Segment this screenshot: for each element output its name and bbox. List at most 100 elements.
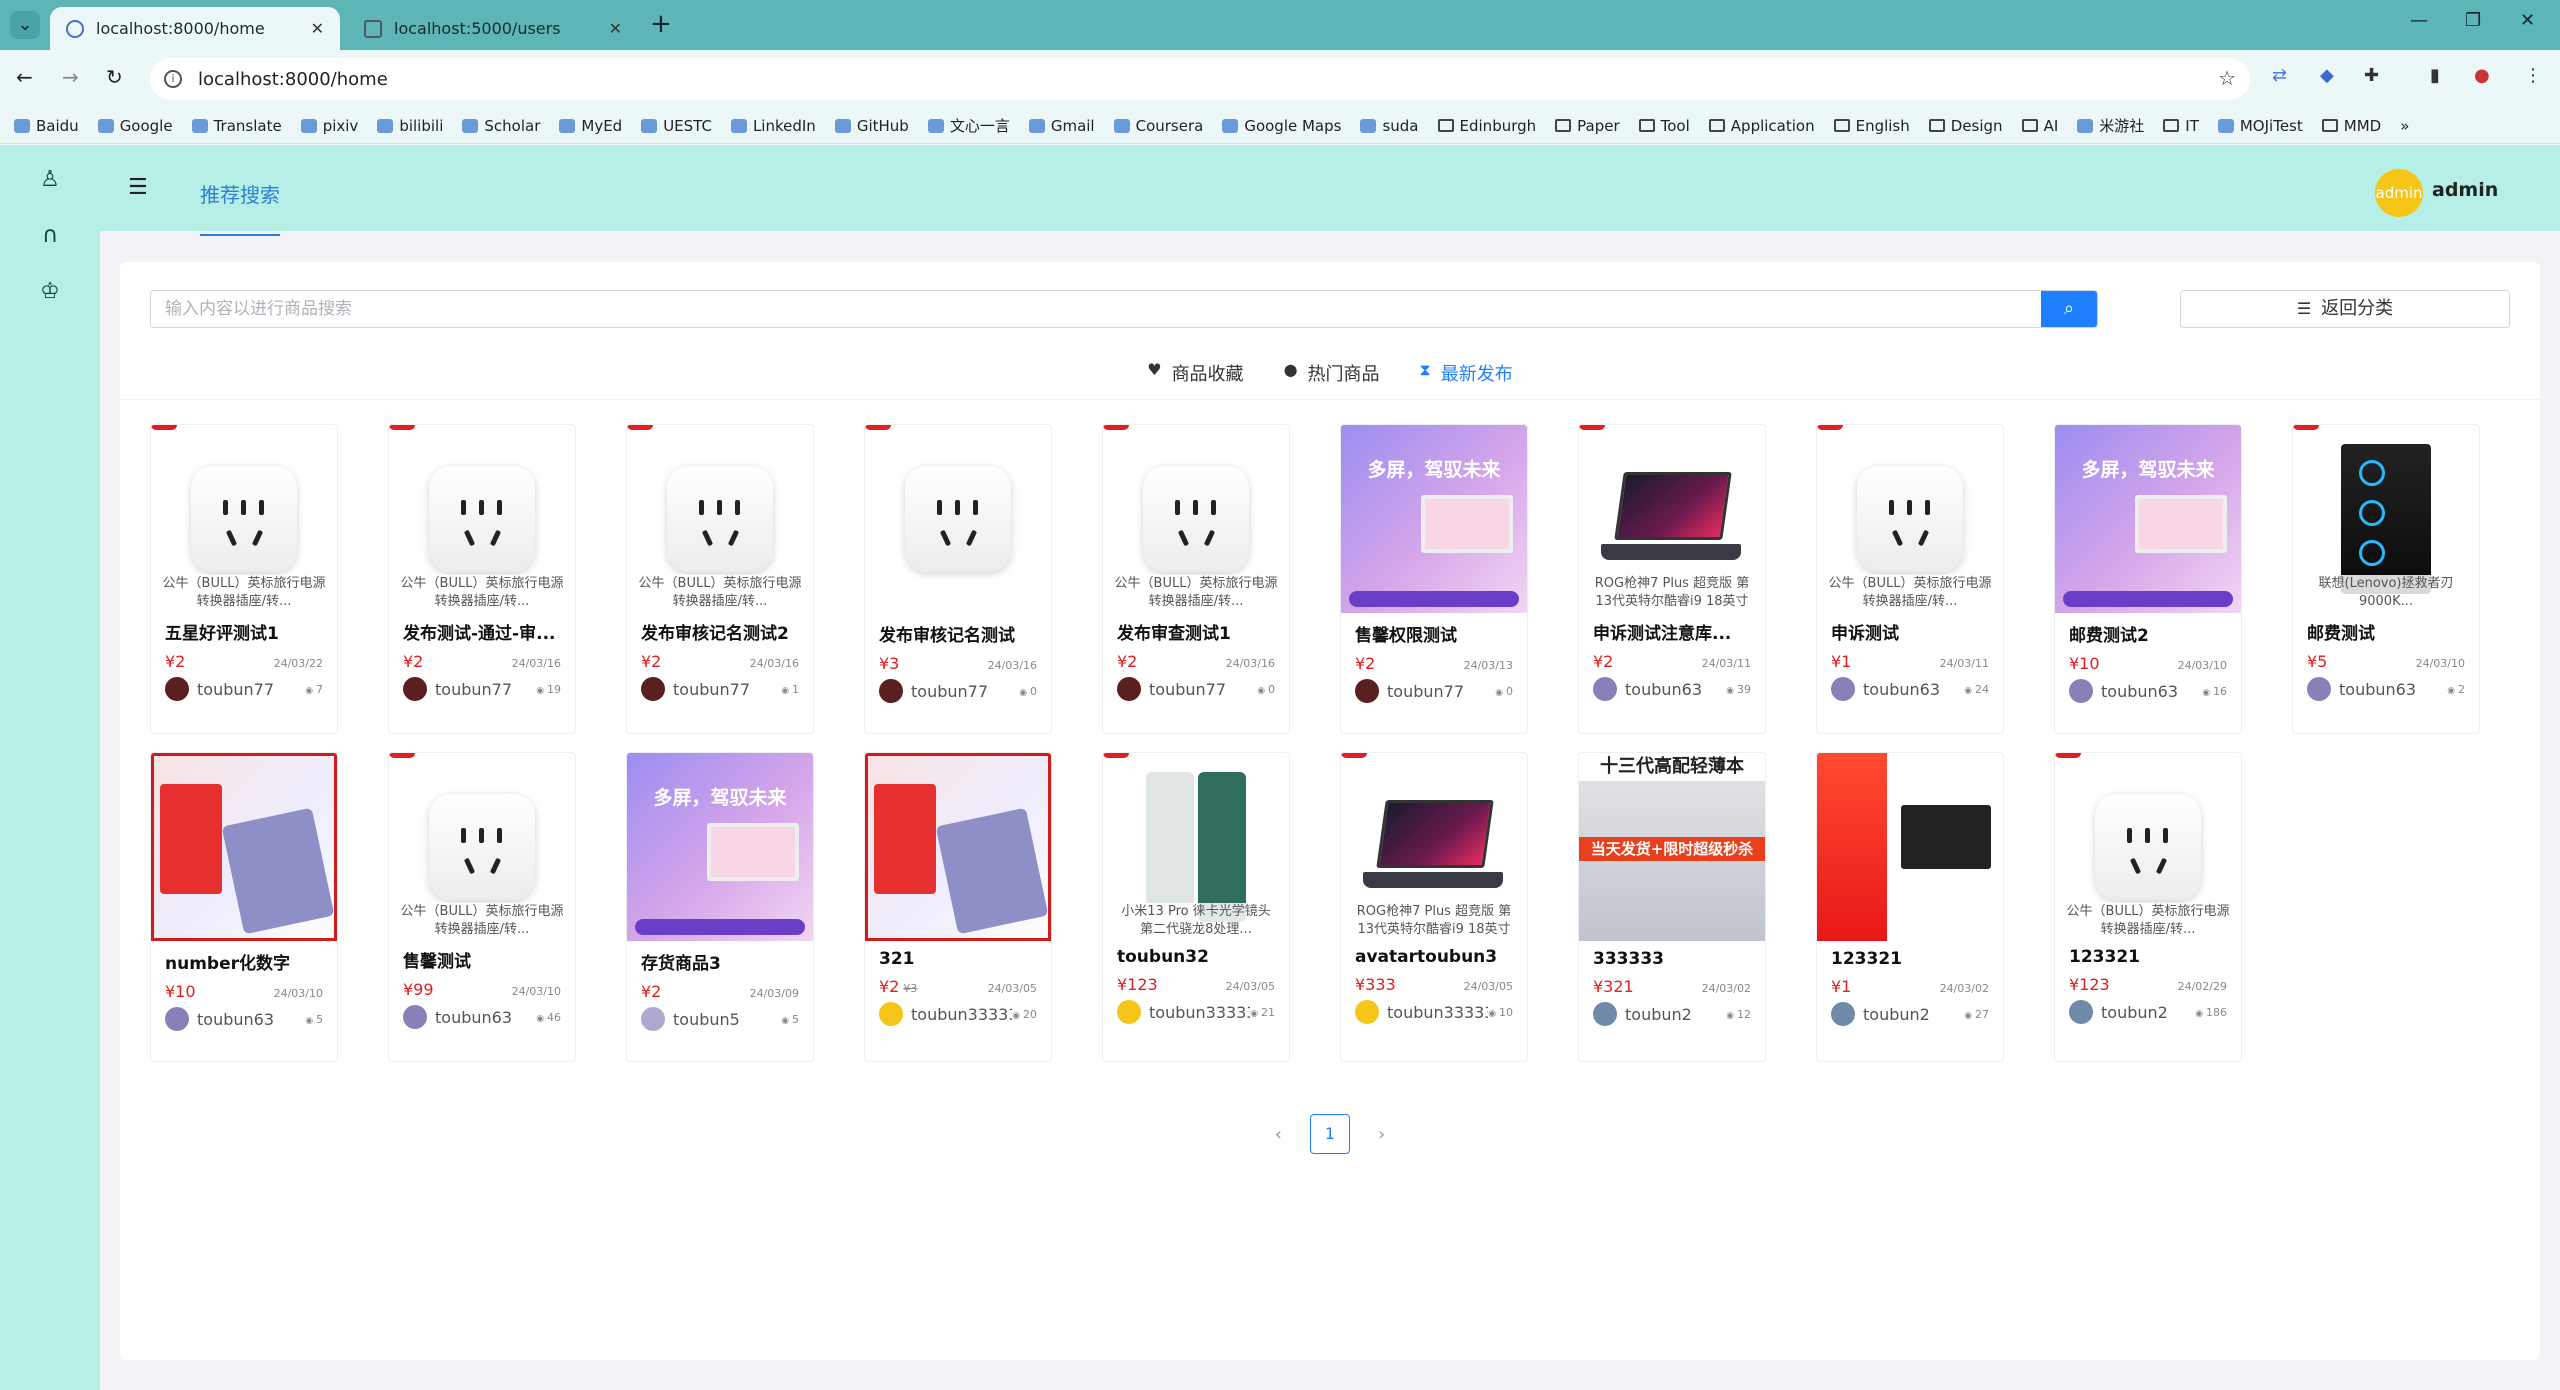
url-text[interactable]: localhost:8000/home xyxy=(198,69,388,90)
product-title[interactable]: 存货商品3 xyxy=(627,941,813,974)
bookmark-item[interactable]: Coursera xyxy=(1113,117,1203,135)
user-avatar[interactable] xyxy=(1831,677,1855,701)
bookmark-item[interactable]: Google Maps xyxy=(1222,117,1341,135)
bookmark-item[interactable]: 文心一言 xyxy=(927,115,1010,136)
reload-icon[interactable]: ↻ xyxy=(106,65,123,89)
bookmark-item[interactable]: English xyxy=(1833,117,1910,135)
user-avatar[interactable] xyxy=(641,677,665,701)
menu-toggle-icon[interactable]: ☰ xyxy=(128,175,148,200)
bookmark-item[interactable]: Translate xyxy=(191,117,282,135)
product-title[interactable]: avatartoubun3 xyxy=(1341,939,1527,967)
product-image[interactable]: 十三代高配轻薄本 当天发货+限时超级秒杀 xyxy=(1579,753,1765,941)
filter-tab[interactable]: ● 热门商品 xyxy=(1284,360,1380,399)
tab-search-button[interactable]: ⌄ xyxy=(10,11,40,39)
user-avatar[interactable] xyxy=(2069,679,2093,703)
user-avatar[interactable] xyxy=(1593,677,1617,701)
close-tab-icon[interactable]: ✕ xyxy=(311,19,324,38)
product-title[interactable]: 五星好评测试1 xyxy=(151,611,337,644)
user-avatar[interactable] xyxy=(1117,1000,1141,1024)
sidepanel-icon[interactable]: ▮ xyxy=(2430,65,2440,86)
tab-recommend-search[interactable]: 推荐搜索 xyxy=(200,179,280,236)
bookmark-item[interactable]: 米游社 xyxy=(2077,115,2144,136)
product-title[interactable]: 售馨测试 xyxy=(389,939,575,972)
product-title[interactable]: 邮费测试2 xyxy=(2055,613,2241,646)
product-card[interactable]: 123321 ¥1 24/03/02 toubun2 ◉ 27 xyxy=(1816,752,2004,1062)
user-avatar[interactable] xyxy=(1117,677,1141,701)
filter-tab[interactable]: ⧗ 最新发布 xyxy=(1420,360,1513,399)
address-bar[interactable]: i localhost:8000/home ☆ xyxy=(150,58,2250,100)
bookmark-item[interactable]: Edinburgh xyxy=(1437,117,1536,135)
seller-name[interactable]: toubun2 xyxy=(1625,1005,1726,1024)
product-card[interactable]: 公牛（BULL）英标旅行电源转换器插座/转... 五星好评测试1 ¥2 24/03/2… xyxy=(150,424,338,734)
bookmark-item[interactable]: Paper xyxy=(1555,117,1620,135)
product-title[interactable]: 发布审核记名测试2 xyxy=(627,611,813,644)
user-avatar[interactable] xyxy=(1593,1002,1617,1026)
avatar[interactable]: admin xyxy=(2375,169,2423,217)
seller-name[interactable]: toubun63 xyxy=(1863,680,1964,699)
product-card[interactable]: 公牛（BULL）英标旅行电源转换器插座/转... 售馨测试 ¥99 24/03/10 t… xyxy=(388,752,576,1062)
product-title[interactable]: 321 xyxy=(865,941,1051,969)
product-card[interactable]: 公牛（BULL）英标旅行电源转换器插座/转... 申诉测试 ¥1 24/03/11 to… xyxy=(1816,424,2004,734)
minimize-icon[interactable]: — xyxy=(2410,10,2428,31)
seller-name[interactable]: toubun63 xyxy=(2101,682,2202,701)
bookmark-item[interactable]: Design xyxy=(1928,117,2003,135)
product-image[interactable] xyxy=(865,425,1051,613)
profile-avatar-icon[interactable]: ● xyxy=(2474,65,2490,86)
product-card[interactable]: 公牛（BULL）英标旅行电源转换器插座/转... 发布测试-通过-审... ¥2 24… xyxy=(388,424,576,734)
kebab-menu-icon[interactable]: ⋮ xyxy=(2524,65,2542,86)
product-image[interactable] xyxy=(865,753,1051,941)
site-info-icon[interactable]: i xyxy=(164,70,182,88)
user-avatar[interactable] xyxy=(1355,1000,1379,1024)
product-title[interactable]: 发布测试-通过-审... xyxy=(389,611,575,644)
user-avatar[interactable] xyxy=(879,679,903,703)
product-card[interactable]: 十三代高配轻薄本 当天发货+限时超级秒杀 333333 ¥321 24/03/02 tou… xyxy=(1578,752,1766,1062)
seller-name[interactable]: toubun63 xyxy=(2339,680,2447,699)
seller-name[interactable]: toubun63 xyxy=(197,1010,305,1029)
product-title[interactable]: number化数字 xyxy=(151,941,337,974)
product-title[interactable]: 申诉测试 xyxy=(1817,611,2003,644)
product-title[interactable]: 发布审核记名测试 xyxy=(865,613,1051,646)
bookmark-item[interactable]: UESTC xyxy=(641,117,712,135)
product-title[interactable]: 333333 xyxy=(1579,941,1765,969)
close-window-icon[interactable]: ✕ xyxy=(2520,10,2535,31)
bookmark-star-icon[interactable]: ☆ xyxy=(2218,66,2236,90)
search-button[interactable]: ⌕ xyxy=(2041,291,2097,327)
extension-icon[interactable]: ◆ xyxy=(2320,65,2334,86)
product-card[interactable]: 多屏，驾驭未来 存货商品3 ¥2 24/03/09 toubun5 ◉ 5 xyxy=(626,752,814,1062)
product-card[interactable]: 联想(Lenovo)拯救者刃9000K... 邮费测试 ¥5 24/03/10 toub… xyxy=(2292,424,2480,734)
translate-extension-icon[interactable]: ⇄ xyxy=(2272,65,2287,86)
product-title[interactable]: 发布审查测试1 xyxy=(1103,611,1289,644)
bookmark-item[interactable]: bilibili xyxy=(377,117,443,135)
product-card[interactable]: ROG枪神7 Plus 超竞版 第13代英特尔酷睿i9 18英寸 申诉测试注意库.… xyxy=(1578,424,1766,734)
bookmark-item[interactable]: MyEd xyxy=(559,117,622,135)
seller-name[interactable]: toubun77 xyxy=(673,680,781,699)
bookmark-item[interactable]: MMD xyxy=(2321,117,2381,135)
product-title[interactable]: 邮费测试 xyxy=(2293,611,2479,644)
product-image[interactable]: 多屏，驾驭未来 xyxy=(2055,425,2241,613)
seller-name[interactable]: toubun2 xyxy=(2101,1003,2195,1022)
more-bookmarks-icon[interactable]: » xyxy=(2400,117,2409,135)
seller-name[interactable]: toubun333333 xyxy=(911,1005,1012,1024)
seller-name[interactable]: toubun77 xyxy=(1387,682,1495,701)
bookmark-item[interactable]: Google xyxy=(97,117,173,135)
seller-name[interactable]: toubun2 xyxy=(1863,1005,1964,1024)
product-image[interactable] xyxy=(1817,753,2003,941)
seller-name[interactable]: toubun5 xyxy=(673,1010,781,1029)
user-avatar[interactable] xyxy=(165,1007,189,1031)
seller-name[interactable]: toubun77 xyxy=(1149,680,1257,699)
close-tab-icon[interactable]: ✕ xyxy=(609,19,622,38)
product-card[interactable]: 公牛（BULL）英标旅行电源转换器插座/转... 发布审核记名测试2 ¥2 24/03… xyxy=(626,424,814,734)
user-avatar[interactable] xyxy=(1831,1002,1855,1026)
product-title[interactable]: 申诉测试注意库... xyxy=(1579,611,1765,644)
bookmark-item[interactable]: Tool xyxy=(1638,117,1690,135)
bookmark-item[interactable]: Application xyxy=(1708,117,1815,135)
product-card[interactable]: 发布审核记名测试 ¥3 24/03/16 toubun77 ◉ 0 xyxy=(864,424,1052,734)
user-avatar[interactable] xyxy=(403,677,427,701)
product-title[interactable]: 售馨权限测试 xyxy=(1341,613,1527,646)
puzzle-icon[interactable]: ✚ xyxy=(2364,65,2379,86)
browser-tab-users[interactable]: localhost:5000/users ✕ xyxy=(348,7,638,50)
product-card[interactable]: 多屏，驾驭未来 邮费测试2 ¥10 24/03/10 toubun63 ◉ 16 xyxy=(2054,424,2242,734)
product-card[interactable]: 小米13 Pro 徕卡光学镜头 第二代骁龙8处理... toubun32 ¥123 2… xyxy=(1102,752,1290,1062)
back-arrow-icon[interactable]: ← xyxy=(16,65,33,89)
user-avatar[interactable] xyxy=(403,1005,427,1029)
